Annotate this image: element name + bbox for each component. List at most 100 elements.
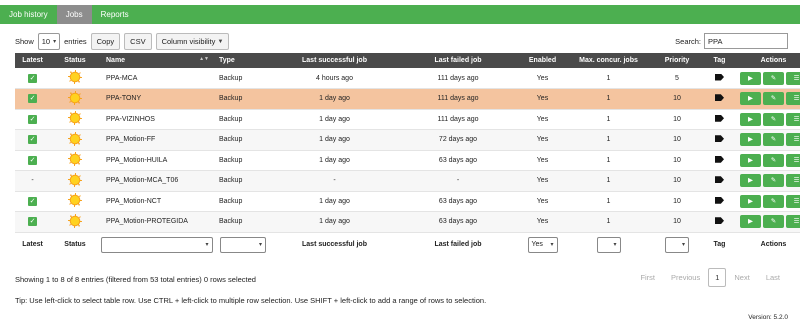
chevron-down-icon: ▾ (681, 242, 685, 249)
edit-job-button[interactable]: ✎ (763, 112, 784, 126)
last-failed-cell: - (396, 170, 520, 192)
enabled-filter-select[interactable]: Yes ▾ (520, 231, 565, 257)
column-visibility-button[interactable]: Column visibility ▼ (155, 33, 230, 50)
last-success-cell: 1 day ago (273, 88, 396, 110)
first-page-link[interactable]: First (632, 273, 663, 282)
job-details-button[interactable]: ☰ (786, 133, 800, 147)
latest-cell: ✓ (15, 191, 50, 212)
edit-job-button[interactable]: ✎ (763, 92, 784, 106)
job-details-button[interactable]: ☰ (786, 174, 800, 188)
run-job-button[interactable]: ▶ (740, 71, 761, 85)
col-priority[interactable]: Priority (652, 53, 702, 68)
priority-cell: 10 (652, 150, 702, 171)
tag-icon[interactable] (715, 73, 724, 81)
table-row[interactable]: ✓ PPA-VIZINHOS Backup 1 day ago 111 days ago… (15, 109, 800, 130)
tag-cell[interactable] (702, 129, 737, 151)
previous-page-link[interactable]: Previous (663, 273, 708, 282)
priority-filter-select[interactable]: ▾ (652, 231, 702, 257)
table-row[interactable]: ✓ PPA_Motion-PROTEGIDA Backup 1 day ago 63 d… (15, 211, 800, 233)
tag-icon[interactable] (715, 217, 724, 225)
tab-jobs[interactable]: Jobs (56, 5, 92, 24)
edit-job-button[interactable]: ✎ (763, 153, 784, 167)
tab-job-history[interactable]: Job history (0, 5, 57, 24)
priority-cell: 10 (652, 191, 702, 212)
copy-button[interactable]: Copy (90, 33, 121, 50)
job-details-button[interactable]: ☰ (786, 153, 800, 167)
job-details-button[interactable]: ☰ (786, 194, 800, 208)
tag-icon[interactable] (715, 94, 724, 102)
status-cell (50, 109, 100, 130)
col-last-success[interactable]: Last successful job (273, 53, 396, 68)
csv-button[interactable]: CSV (124, 33, 152, 50)
version-label: Version: 5.2.0 (748, 314, 788, 321)
priority-filter-dropdown[interactable]: ▾ (665, 236, 689, 253)
name-cell: PPA_Motion-MCA_T06 (100, 170, 213, 192)
type-filter-dropdown[interactable]: ▾ (220, 236, 266, 253)
col-status[interactable]: Status (50, 53, 100, 68)
edit-job-button[interactable]: ✎ (763, 215, 784, 229)
run-job-button[interactable]: ▶ (740, 194, 761, 208)
edit-job-button[interactable]: ✎ (763, 174, 784, 188)
checkmark-icon: ✓ (28, 135, 37, 145)
header-row: Latest Status Name ▲▼ Type Last successfu… (15, 53, 800, 68)
run-job-button[interactable]: ▶ (740, 133, 761, 147)
name-filter-dropdown[interactable]: ▾ (100, 236, 213, 253)
table-row[interactable]: ✓ PPA_Motion-NCT Backup 1 day ago 63 days ag… (15, 191, 800, 212)
max-jobs-cell: 1 (565, 109, 652, 130)
run-job-button[interactable]: ▶ (740, 215, 761, 229)
footer-last-failed: Last failed job (396, 231, 520, 257)
max-jobs-filter-select[interactable]: ▾ (565, 231, 652, 257)
tag-icon[interactable] (715, 176, 724, 184)
page-1-button[interactable]: 1 (708, 268, 727, 287)
job-details-button[interactable]: ☰ (786, 112, 800, 126)
enabled-filter-dropdown[interactable]: Yes ▾ (527, 236, 558, 253)
name-filter-select[interactable]: ▾ (100, 231, 213, 257)
table-row[interactable]: ✓ PPA_Motion-FF Backup 1 day ago 72 days ago… (15, 129, 800, 151)
max-jobs-filter-dropdown[interactable]: ▾ (596, 236, 621, 253)
last-success-cell: 1 day ago (273, 191, 396, 212)
edit-job-button[interactable]: ✎ (763, 71, 784, 85)
tag-cell[interactable] (702, 88, 737, 110)
job-details-button[interactable]: ☰ (786, 215, 800, 229)
actions-cell: ▶ ✎ ☰ (737, 129, 800, 151)
next-page-link[interactable]: Next (726, 273, 757, 282)
run-job-button[interactable]: ▶ (740, 174, 761, 188)
tag-cell[interactable] (702, 150, 737, 171)
run-job-button[interactable]: ▶ (740, 153, 761, 167)
edit-job-button[interactable]: ✎ (763, 133, 784, 147)
table-row[interactable]: ✓ PPA-MCA Backup 4 hours ago 111 days ago Yes… (15, 68, 800, 89)
job-details-button[interactable]: ☰ (786, 92, 800, 106)
table-row[interactable]: - PPA_Motion-MCA_T06 Backup - - Yes 1 10 ▶ ✎ ☰ (15, 170, 800, 192)
tag-cell[interactable] (702, 68, 737, 89)
tag-cell[interactable] (702, 170, 737, 192)
latest-empty: - (31, 177, 34, 185)
run-job-button[interactable]: ▶ (740, 112, 761, 126)
table-row[interactable]: ✓ PPA_Motion-HUILA Backup 1 day ago 63 days … (15, 150, 800, 171)
col-name[interactable]: Name ▲▼ (100, 53, 213, 68)
col-tag[interactable]: Tag (702, 53, 737, 68)
tag-icon[interactable] (715, 114, 724, 122)
table-row[interactable]: ✓ PPA-TONY Backup 1 day ago 111 days ago Yes 1… (15, 88, 800, 110)
tag-icon[interactable] (715, 196, 724, 204)
last-page-link[interactable]: Last (758, 273, 788, 282)
search-input[interactable]: PPA (704, 33, 788, 49)
edit-job-button[interactable]: ✎ (763, 194, 784, 208)
enabled-cell: Yes (520, 129, 565, 151)
list-icon: ☰ (793, 218, 800, 226)
run-job-button[interactable]: ▶ (740, 92, 761, 106)
tag-icon[interactable] (715, 135, 724, 143)
job-details-button[interactable]: ☰ (786, 71, 800, 85)
col-max-jobs[interactable]: Max. concur. jobs (565, 53, 652, 68)
tag-cell[interactable] (702, 191, 737, 212)
tag-cell[interactable] (702, 211, 737, 233)
type-filter-select[interactable]: ▾ (213, 231, 273, 257)
tab-reports[interactable]: Reports (92, 5, 138, 24)
tag-icon[interactable] (715, 155, 724, 163)
col-last-failed[interactable]: Last failed job (396, 53, 520, 68)
col-latest[interactable]: Latest (15, 53, 50, 68)
col-type[interactable]: Type (213, 53, 273, 68)
priority-cell: 10 (652, 109, 702, 130)
tag-cell[interactable] (702, 109, 737, 130)
col-enabled[interactable]: Enabled (520, 53, 565, 68)
entries-select[interactable]: 10 ▾ (37, 33, 61, 50)
